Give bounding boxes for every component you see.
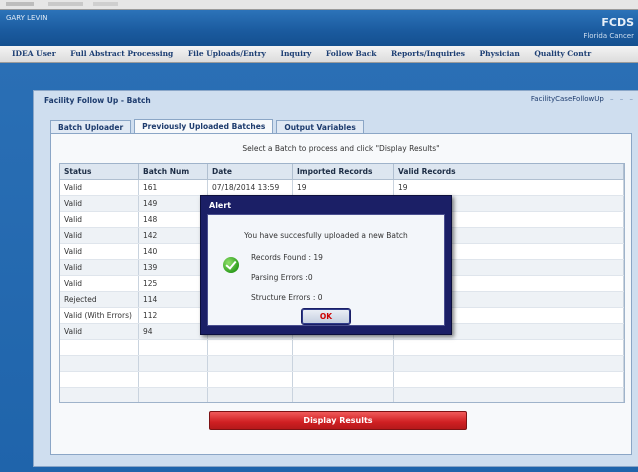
- user-name: GARY LEVIN: [6, 14, 48, 22]
- table-row: [60, 339, 624, 356]
- cell-batch-num: 140: [138, 243, 208, 260]
- nav-item-reports[interactable]: Reports/Inquiries: [391, 46, 465, 62]
- cell-batch-num: 112: [138, 307, 208, 324]
- cell-status: Valid (With Errors): [60, 307, 139, 324]
- alert-dialog: Alert You have succesfully uploaded a ne…: [200, 195, 452, 335]
- cell-status: Valid: [60, 227, 139, 244]
- table-row: [60, 387, 624, 402]
- cell-batch-num: 161: [138, 179, 208, 196]
- ok-button[interactable]: OK: [301, 308, 351, 325]
- app-header: GARY LEVIN FCDS Florida Cancer: [0, 10, 638, 46]
- cell-status: Valid: [60, 275, 139, 292]
- cell-empty: [138, 387, 208, 402]
- alert-title: Alert: [209, 201, 232, 210]
- instructions-text: Select a Batch to process and click "Dis…: [242, 144, 440, 153]
- cell-status: Valid: [60, 323, 139, 340]
- panel-title: Facility Follow Up - Batch: [44, 96, 151, 105]
- cell-empty: [60, 387, 139, 402]
- nav-item-full-abstract-processing[interactable]: Full Abstract Processing: [70, 46, 173, 62]
- restore-icon[interactable]: –: [620, 95, 624, 103]
- cell-empty: [138, 339, 208, 356]
- nav-item-follow-back[interactable]: Follow Back: [326, 46, 377, 62]
- minimize-icon[interactable]: –: [610, 95, 614, 103]
- alert-body: You have succesfully uploaded a new Batc…: [207, 214, 445, 326]
- cell-empty: [292, 387, 394, 402]
- cell-empty: [393, 371, 624, 388]
- main-nav: IDEA User Full Abstract Processing File …: [0, 46, 638, 63]
- cell-status: Valid: [60, 195, 139, 212]
- column-header-batch-num[interactable]: Batch Num: [138, 164, 208, 180]
- tab-output-variables[interactable]: Output Variables: [276, 120, 364, 134]
- cell-batch-num: 114: [138, 291, 208, 308]
- cell-empty: [138, 355, 208, 372]
- table-header-row: Status Batch Num Date Imported Records V…: [60, 164, 624, 180]
- tab-previously-uploaded-batches[interactable]: Previously Uploaded Batches: [134, 119, 274, 134]
- success-check-icon: [223, 257, 239, 273]
- nav-item-quality-control[interactable]: Quality Contr: [534, 46, 591, 62]
- column-header-imported-records[interactable]: Imported Records: [292, 164, 394, 180]
- cell-batch-num: 139: [138, 259, 208, 276]
- cell-empty: [292, 355, 394, 372]
- cell-empty: [393, 339, 624, 356]
- nav-item-inquiry[interactable]: Inquiry: [280, 46, 311, 62]
- cell-batch-num: 149: [138, 195, 208, 212]
- browser-tabs-strip: [6, 2, 146, 6]
- cell-valid: 19: [393, 179, 624, 196]
- structure-errors-text: Structure Errors : 0: [251, 293, 323, 302]
- nav-item-physician[interactable]: Physician: [480, 46, 520, 62]
- tab-bar: Batch Uploader Previously Uploaded Batche…: [50, 119, 367, 134]
- cell-empty: [207, 371, 293, 388]
- column-header-valid-records[interactable]: Valid Records: [393, 164, 624, 180]
- panel-context-label: FacilityCaseFollowUp: [530, 95, 604, 103]
- cell-status: Valid: [60, 211, 139, 228]
- cell-empty: [207, 355, 293, 372]
- cell-empty: [393, 355, 624, 372]
- table-row[interactable]: Valid 161 07/18/2014 13:59 19 19: [60, 179, 624, 196]
- tab-batch-uploader[interactable]: Batch Uploader: [50, 120, 132, 134]
- cell-empty: [393, 387, 624, 402]
- cell-empty: [138, 371, 208, 388]
- cell-status: Valid: [60, 243, 139, 260]
- cell-empty: [207, 339, 293, 356]
- nav-item-file-uploads[interactable]: File Uploads/Entry: [188, 46, 266, 62]
- column-header-date[interactable]: Date: [207, 164, 293, 180]
- cell-empty: [60, 371, 139, 388]
- cell-batch-num: 94: [138, 323, 208, 340]
- alert-message: You have succesfully uploaded a new Batc…: [244, 231, 408, 240]
- cell-status: Valid: [60, 259, 139, 276]
- cell-empty: [60, 339, 139, 356]
- cell-batch-num: 148: [138, 211, 208, 228]
- close-icon[interactable]: –: [630, 95, 634, 103]
- nav-item-idea-user[interactable]: IDEA User: [12, 46, 56, 62]
- brand-logo: FCDS: [601, 16, 634, 29]
- parsing-errors-text: Parsing Errors :0: [251, 273, 313, 282]
- cell-empty: [292, 371, 394, 388]
- cell-empty: [292, 339, 394, 356]
- records-found-text: Records Found : 19: [251, 253, 323, 262]
- cell-status: Rejected: [60, 291, 139, 308]
- cell-empty: [60, 355, 139, 372]
- cell-batch-num: 125: [138, 275, 208, 292]
- panel-header-right: FacilityCaseFollowUp – – –: [531, 95, 633, 103]
- display-results-button[interactable]: Display Results: [209, 411, 467, 430]
- cell-status: Valid: [60, 179, 139, 196]
- table-row: [60, 371, 624, 388]
- column-header-status[interactable]: Status: [60, 164, 139, 180]
- cell-empty: [207, 387, 293, 402]
- cell-imported: 19: [292, 179, 394, 196]
- cell-date: 07/18/2014 13:59: [207, 179, 293, 196]
- cell-batch-num: 142: [138, 227, 208, 244]
- browser-chrome: [0, 0, 638, 10]
- table-row: [60, 355, 624, 372]
- brand-subtitle: Florida Cancer: [583, 32, 634, 40]
